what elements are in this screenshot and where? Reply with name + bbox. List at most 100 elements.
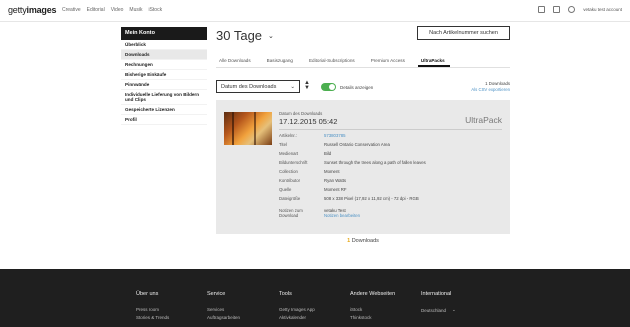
download-date: 17.12.2015 05:42 [279, 117, 338, 126]
cart-icon[interactable] [553, 6, 561, 13]
detail-row: Dateigröße 508 x 338 Pixel (17,92 x 11,92… [279, 196, 426, 208]
page-footer: Über uns Press room Stories & Trends Ser… [0, 269, 630, 327]
country-selector[interactable]: Deutschland ⌄ [421, 307, 456, 313]
nav-item-video[interactable]: Video [111, 7, 124, 13]
page-title: 30 Tage [216, 28, 263, 43]
detail-row: Titel Russell Ontario Conservation Area [279, 142, 426, 151]
header-icons: vetaku test account [538, 6, 622, 13]
nav-item-istock[interactable]: iStock [148, 7, 162, 13]
account-icon[interactable] [568, 6, 576, 13]
nav-item-creative[interactable]: Creative [62, 7, 81, 13]
footer-col-other-sites: Andere Webseiten iStock Thinkstock [350, 291, 395, 323]
boards-icon[interactable] [538, 6, 546, 13]
detail-key: Medienart [279, 151, 299, 156]
country-value: Deutschland [421, 307, 447, 313]
tab-ultrapacks[interactable]: UltraPacks [417, 56, 450, 67]
sidebar-item-downloads[interactable]: Downloads [121, 50, 207, 60]
notes-key: Notizen zum Download [279, 208, 324, 218]
detail-value: Sunset through the trees along a path of… [324, 160, 426, 165]
footer-heading: Tools [279, 291, 292, 297]
sort-select-value: Datum des Downloads [221, 83, 277, 90]
logo-text-bold: images [26, 5, 57, 15]
footer-heading: International [421, 291, 452, 297]
footer-link[interactable]: Getty Images App [279, 307, 315, 312]
footer-link[interactable]: Press room [136, 307, 169, 312]
detail-value: Moment RF [324, 187, 347, 192]
footer-link[interactable]: iStock [350, 307, 395, 312]
footer-heading: Service [207, 291, 226, 297]
search-by-number-button[interactable]: Nach Artikelnummer suchen [417, 26, 510, 40]
logo-text-regular: getty [8, 5, 27, 15]
sort-order-icon[interactable]: ▲ ▼ [304, 80, 310, 91]
download-tabs: Alle Downloads Basiszugang Editorial-Sub… [216, 56, 510, 68]
detail-value: 508 x 338 Pixel (17,92 x 11,92 cm) - 72 … [324, 196, 419, 201]
detail-key: Titel [279, 142, 287, 147]
footer-link[interactable]: Services [207, 307, 240, 312]
details-list: Artikelnr.: 573803785 Titel Russell Ontari… [279, 133, 426, 218]
sidebar-item-boards[interactable]: Pinnwände [121, 80, 207, 90]
detail-row: Bildunterschrift Sunset through the trees… [279, 160, 426, 169]
detail-row: Kontributor Ryan Watts [279, 178, 426, 187]
tab-all-downloads[interactable]: Alle Downloads [216, 56, 256, 67]
detail-key: Bildunterschrift [279, 160, 308, 165]
detail-key: Collection [279, 169, 298, 174]
footer-col-service: Service Services Auftragsarbeiten [207, 291, 240, 323]
getty-images-logo[interactable]: gettyimages [8, 5, 57, 15]
sidebar-item-saved-licenses[interactable]: Gespeicherte Lizenzen [121, 105, 207, 115]
nav-item-musik[interactable]: Musik [129, 7, 142, 13]
footer-heading: Über uns [136, 291, 159, 297]
ultrapack-label: UltraPack [465, 115, 502, 125]
top-navigation-bar: gettyimages Creative Editorial Video Mus… [0, 0, 630, 22]
detail-key: Quelle [279, 187, 292, 192]
sidebar-title: Mein Konto [121, 27, 207, 40]
download-card: Datum des Downloads 17.12.2015 05:42 Ult… [216, 100, 510, 234]
csv-export-link[interactable]: Als CSV exportieren [460, 87, 510, 92]
detail-row: Quelle Moment RF [279, 187, 426, 196]
sidebar-item-purchases[interactable]: Bisherige Einkäufe [121, 70, 207, 80]
sidebar-item-custom-delivery[interactable]: Individuelle Lieferung von Bildern und C… [121, 90, 207, 105]
footer-link[interactable]: Thinkstock [350, 315, 395, 320]
detail-key: Kontributor [279, 178, 301, 183]
tab-editorial-subscriptions[interactable]: Editorial-Subscriptions [306, 56, 360, 67]
sidebar-item-overview[interactable]: Überblick [121, 40, 207, 50]
detail-value: Bild [324, 151, 332, 156]
main-nav: Creative Editorial Video Musik iStock [62, 7, 162, 13]
tab-premium-access[interactable]: Premium Access [368, 56, 410, 67]
edit-notes-link[interactable]: Notizen bearbeiten [324, 213, 360, 218]
account-name[interactable]: vetaku test account [583, 7, 622, 12]
footer-col-international: International Deutschland ⌄ [421, 291, 456, 313]
notes-row: Notizen zum Download vetaku Test Notizen b… [279, 208, 426, 218]
detail-value: Ryan Watts [324, 178, 347, 183]
divider [279, 129, 502, 130]
summary-label: Downloads [351, 238, 379, 244]
image-thumbnail[interactable] [224, 112, 272, 145]
details-toggle[interactable] [321, 83, 336, 91]
detail-key: Artikelnr.: [279, 133, 297, 138]
account-sidebar: Mein Konto Überblick Downloads Rechnunge… [121, 27, 207, 125]
asset-number-link[interactable]: 573803785 [324, 133, 346, 138]
footer-col-about: Über uns Press room Stories & Trends [136, 291, 169, 323]
chevron-down-icon: ⌄ [268, 32, 274, 40]
notes-key-line2: Download [279, 213, 299, 218]
chevron-down-icon: ⌄ [452, 307, 456, 312]
download-date-label: Datum des Downloads [279, 111, 323, 116]
downloads-summary: 1 Downloads [216, 238, 510, 244]
footer-heading: Andere Webseiten [350, 291, 396, 297]
sort-select[interactable]: Datum des Downloads ⌄ [216, 80, 300, 93]
sidebar-item-profile[interactable]: Profil [121, 115, 207, 125]
footer-link[interactable]: Aktivkalender [279, 315, 315, 320]
summary-count: 1 [347, 238, 351, 244]
detail-row: Artikelnr.: 573803785 [279, 133, 426, 142]
detail-row: Medienart Bild [279, 151, 426, 160]
period-dropdown[interactable]: 30 Tage ⌄ [216, 28, 274, 43]
chevron-down-icon: ⌄ [290, 83, 295, 90]
detail-row: Collection Moment [279, 169, 426, 178]
footer-col-tools: Tools Getty Images App Aktivkalender [279, 291, 315, 323]
tab-basic-access[interactable]: Basiszugang [264, 56, 298, 67]
footer-link[interactable]: Stories & Trends [136, 315, 169, 320]
downloads-counter: 1 Downloads Als CSV exportieren [460, 81, 510, 92]
nav-item-editorial[interactable]: Editorial [87, 7, 105, 13]
sidebar-item-invoices[interactable]: Rechnungen [121, 60, 207, 70]
footer-link[interactable]: Auftragsarbeiten [207, 315, 240, 320]
details-toggle-label: Details anzeigen [340, 85, 374, 90]
